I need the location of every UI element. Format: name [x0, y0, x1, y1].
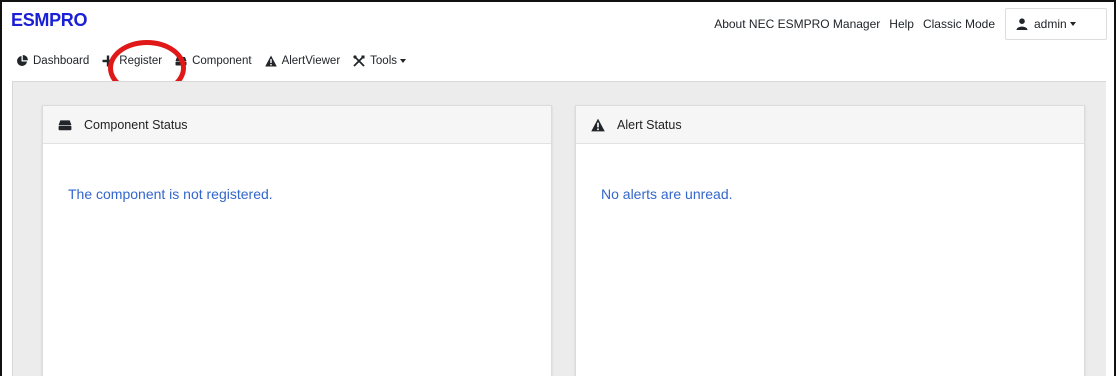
- card-message: No alerts are unread.: [601, 186, 733, 202]
- card-title: Component Status: [84, 117, 188, 132]
- pie-chart-icon: [16, 55, 28, 67]
- card-message: The component is not registered.: [68, 186, 273, 202]
- warning-icon: [264, 55, 277, 67]
- nav-tools[interactable]: Tools: [353, 55, 407, 67]
- nav-component[interactable]: Component: [175, 55, 252, 67]
- card-header: Alert Status: [576, 106, 1084, 144]
- nav-label: Component: [192, 55, 252, 67]
- chevron-down-icon: [400, 59, 407, 63]
- help-link[interactable]: Help: [889, 17, 914, 31]
- nav-label: Tools: [370, 55, 398, 67]
- main-navigation: Dashboard Register Component AlertViewer: [16, 55, 419, 67]
- user-name: admin: [1034, 17, 1067, 31]
- tools-icon: [353, 55, 365, 67]
- top-navigation: About NEC ESMPRO Manager Help Classic Mo…: [705, 8, 1107, 40]
- nav-label: AlertViewer: [281, 55, 341, 67]
- chevron-down-icon: [1069, 22, 1076, 26]
- dashboard-content: Component Status The component is not re…: [12, 81, 1106, 376]
- server-icon: [58, 118, 72, 132]
- user-menu-button[interactable]: admin: [1005, 8, 1107, 40]
- component-status-card: Component Status The component is not re…: [42, 105, 552, 376]
- card-header: Component Status: [43, 106, 551, 144]
- nav-alertviewer[interactable]: AlertViewer: [264, 55, 341, 67]
- warning-icon: [591, 118, 605, 132]
- brand-logo[interactable]: ESMPRO: [11, 10, 88, 31]
- header: ESMPRO About NEC ESMPRO Manager Help Cla…: [2, 2, 1114, 96]
- classic-mode-link[interactable]: Classic Mode: [923, 17, 995, 31]
- app-frame: ESMPRO About NEC ESMPRO Manager Help Cla…: [0, 0, 1116, 376]
- nav-dashboard[interactable]: Dashboard: [16, 55, 89, 67]
- card-title: Alert Status: [617, 117, 682, 132]
- about-link[interactable]: About NEC ESMPRO Manager: [714, 17, 880, 31]
- user-icon: [1016, 18, 1028, 30]
- nav-label: Dashboard: [33, 55, 90, 67]
- alert-status-card: Alert Status No alerts are unread.: [575, 105, 1085, 376]
